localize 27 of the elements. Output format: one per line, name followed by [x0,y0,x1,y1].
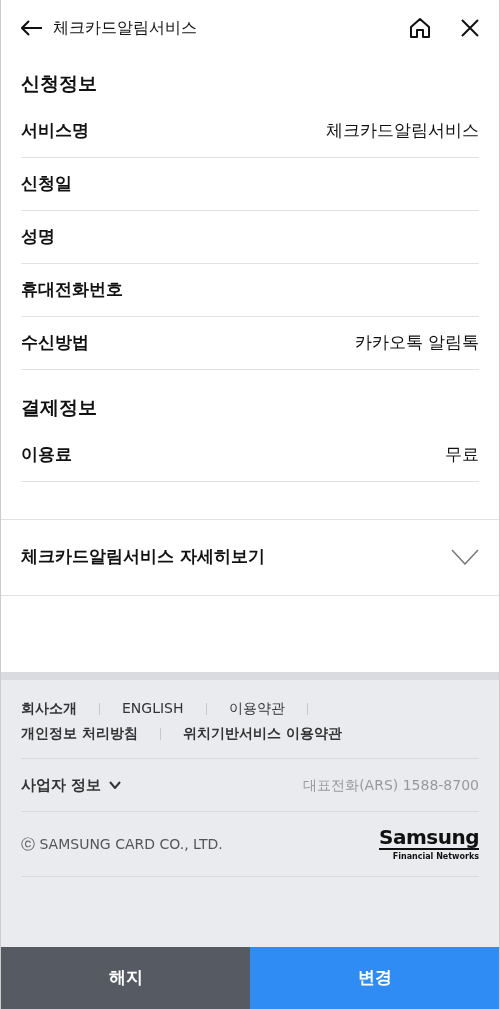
copyright-text: ⓒ SAMSUNG CARD CO., LTD. [21,834,223,854]
back-icon[interactable] [21,20,43,36]
field-label: 서비스명 [21,119,89,143]
business-info-toggle[interactable]: 사업자 정보 [21,773,122,797]
field-value: 카카오톡 알림톡 [354,331,479,355]
footer-link[interactable]: 개인정보 처리방침 [21,723,138,744]
field-label: 신청일 [21,172,72,196]
details-label: 체크카드알림서비스 자세히보기 [21,545,265,569]
field-label: 이용료 [21,442,72,466]
logo: Samsung Financial Networks [379,827,479,861]
footer-link[interactable]: 위치기반서비스 이용약관 [182,723,342,744]
phone-number: 대표전화(ARS) 1588-8700 [303,775,479,795]
page-title: 체크카드알림서비스 [53,17,197,39]
field-value: 무료 [445,442,479,466]
section-title: 신청정보 [20,71,98,96]
footer-link[interactable]: 회사소개 [21,698,77,719]
section-title: 결제정보 [20,394,98,420]
field-label: 수신방법 [21,331,89,355]
home-icon[interactable] [409,17,431,39]
footer-link[interactable]: ENGLISH [122,698,184,719]
footer-link[interactable]: 이용약관 [228,698,285,719]
close-icon[interactable] [461,19,479,37]
field-value: 체크카드알림서비스 [326,119,479,143]
field-label: 휴대전화번호 [21,278,123,302]
field-label: 성명 [21,225,55,249]
details-toggle[interactable]: 체크카드알림서비스 자세히보기 [1,518,499,596]
cancel-button[interactable]: 해지 [1,947,250,1009]
